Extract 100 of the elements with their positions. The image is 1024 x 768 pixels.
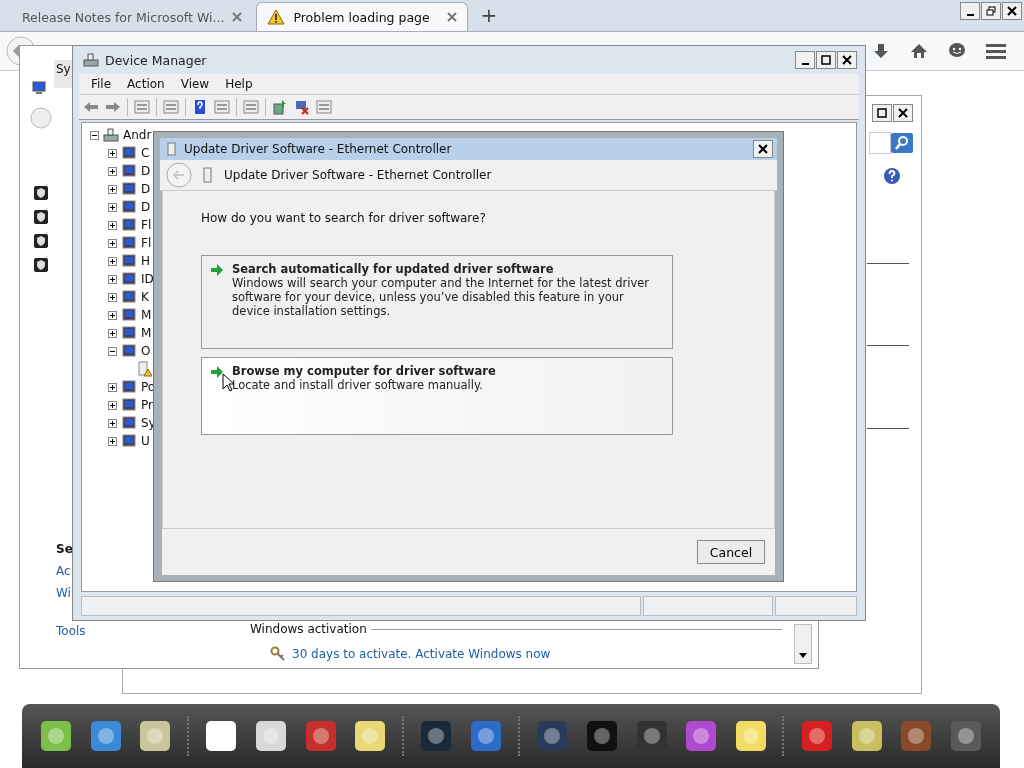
device-icon bbox=[121, 415, 137, 431]
section-heading: Se bbox=[56, 542, 73, 556]
sidebar-link[interactable]: Wi bbox=[56, 586, 71, 600]
maximize-button[interactable] bbox=[816, 51, 836, 69]
tree-item[interactable]: O bbox=[141, 344, 151, 358]
expand-icon[interactable] bbox=[108, 292, 117, 302]
expand-icon[interactable] bbox=[108, 202, 117, 212]
tree-item[interactable]: D bbox=[141, 164, 151, 178]
tree-item[interactable]: M bbox=[141, 308, 152, 322]
device-icon bbox=[121, 325, 137, 341]
arrow-icon bbox=[210, 264, 224, 276]
chat-icon[interactable] bbox=[948, 42, 966, 60]
close-icon bbox=[1007, 6, 1017, 16]
menu-item[interactable]: View bbox=[172, 77, 218, 91]
expand-icon[interactable] bbox=[108, 382, 117, 392]
expand-icon[interactable] bbox=[108, 310, 117, 320]
shield-icon bbox=[34, 234, 48, 248]
expand-icon[interactable] bbox=[108, 166, 117, 176]
shield-icon bbox=[34, 210, 48, 224]
sidebar-link[interactable]: Tools bbox=[56, 624, 86, 638]
browser-tab[interactable]: Problem loading page bbox=[256, 2, 469, 31]
close-icon bbox=[842, 55, 852, 65]
expand-icon[interactable] bbox=[108, 418, 117, 428]
tree-item[interactable]: Fl bbox=[141, 236, 152, 250]
home-icon[interactable] bbox=[910, 42, 928, 60]
minimize-icon bbox=[801, 63, 809, 65]
device-icon bbox=[121, 217, 137, 233]
close-icon[interactable] bbox=[232, 12, 243, 22]
activation-link[interactable]: 30 days to activate. Activate Windows now bbox=[292, 647, 551, 661]
menu-item[interactable]: Help bbox=[217, 77, 261, 91]
device-icon bbox=[121, 199, 137, 215]
tree-item[interactable]: D bbox=[141, 182, 151, 196]
cancel-button[interactable]: Cancel bbox=[697, 540, 765, 564]
arrow-icon bbox=[210, 366, 224, 378]
close-button[interactable] bbox=[893, 104, 913, 122]
scroll-down-icon[interactable] bbox=[799, 653, 807, 659]
device-icon bbox=[121, 343, 137, 359]
shield-icon bbox=[34, 258, 48, 272]
update-icon[interactable] bbox=[272, 99, 288, 115]
maximize-button[interactable] bbox=[872, 104, 892, 122]
computer-icon bbox=[103, 127, 119, 143]
device-icon bbox=[121, 307, 137, 323]
forward-icon[interactable] bbox=[105, 99, 121, 115]
close-button[interactable] bbox=[837, 51, 857, 69]
option-button[interactable]: Browse my computer for driver software Locate and install driver software manually. bbox=[201, 357, 673, 435]
driver-icon bbox=[166, 142, 178, 156]
key-icon bbox=[270, 646, 286, 662]
tree-item[interactable]: H bbox=[141, 254, 151, 268]
device-icon bbox=[121, 235, 137, 251]
tree-item[interactable]: K bbox=[141, 290, 149, 304]
tree-item[interactable]: ID bbox=[141, 272, 154, 286]
device-icon bbox=[121, 397, 137, 413]
expand-icon[interactable] bbox=[108, 328, 117, 338]
minimize-button[interactable] bbox=[795, 51, 815, 69]
browser-tab[interactable]: Release Notes for Microsoft Wi... bbox=[12, 3, 253, 31]
search-icon[interactable] bbox=[891, 133, 913, 153]
option-button[interactable]: Search automatically for updated driver software Windows will search your computer and the Internet for the latest driver software for your device, unless you’ve disabled this feature in your device installation settings. bbox=[201, 255, 673, 349]
help-icon[interactable] bbox=[883, 167, 901, 185]
maximize-icon bbox=[877, 108, 887, 118]
menu-item[interactable]: Action bbox=[119, 77, 173, 91]
tree-item[interactable]: Andr bbox=[123, 128, 152, 142]
search-field[interactable] bbox=[869, 132, 891, 154]
scrollbar[interactable] bbox=[794, 624, 812, 664]
tree-item[interactable]: C bbox=[141, 146, 150, 160]
expand-icon[interactable] bbox=[108, 256, 117, 266]
collapse-icon[interactable] bbox=[108, 346, 117, 356]
expand-icon[interactable] bbox=[108, 238, 117, 248]
question-text: How do you want to search for driver software? bbox=[201, 211, 487, 225]
new-tab-button[interactable]: + bbox=[472, 3, 506, 31]
tree-item[interactable]: Pr bbox=[141, 398, 153, 412]
help-icon[interactable] bbox=[192, 99, 208, 115]
shield-icon bbox=[34, 186, 48, 200]
sidebar-link[interactable]: Ac bbox=[56, 564, 71, 578]
menu-icon[interactable] bbox=[986, 42, 1006, 60]
cursor-icon bbox=[222, 373, 234, 392]
collapse-icon[interactable] bbox=[90, 130, 99, 140]
monitor-icon bbox=[31, 80, 47, 96]
expand-icon[interactable] bbox=[108, 400, 117, 410]
expand-icon[interactable] bbox=[108, 220, 117, 230]
tree-item[interactable]: D bbox=[141, 200, 151, 214]
tree-item[interactable]: M bbox=[141, 326, 152, 340]
maximize-icon bbox=[821, 55, 831, 65]
close-button[interactable] bbox=[753, 140, 773, 158]
back-icon[interactable] bbox=[83, 99, 99, 115]
expand-icon[interactable] bbox=[108, 274, 117, 284]
expand-icon[interactable] bbox=[108, 436, 117, 446]
driver-icon bbox=[202, 167, 214, 183]
tree-item[interactable]: U bbox=[141, 434, 150, 448]
expand-icon[interactable] bbox=[108, 148, 117, 158]
section-heading: Windows activation bbox=[250, 622, 367, 636]
tree-item[interactable]: Fl bbox=[141, 218, 152, 232]
close-button[interactable] bbox=[1002, 2, 1022, 20]
device-icon bbox=[121, 433, 137, 449]
menu-item[interactable]: File bbox=[83, 77, 120, 91]
close-icon[interactable] bbox=[447, 12, 458, 22]
expand-icon[interactable] bbox=[108, 184, 117, 194]
minimize-button[interactable] bbox=[960, 2, 980, 20]
remove-icon[interactable] bbox=[294, 99, 310, 115]
download-icon[interactable] bbox=[872, 42, 890, 60]
restore-button[interactable] bbox=[981, 2, 1001, 20]
